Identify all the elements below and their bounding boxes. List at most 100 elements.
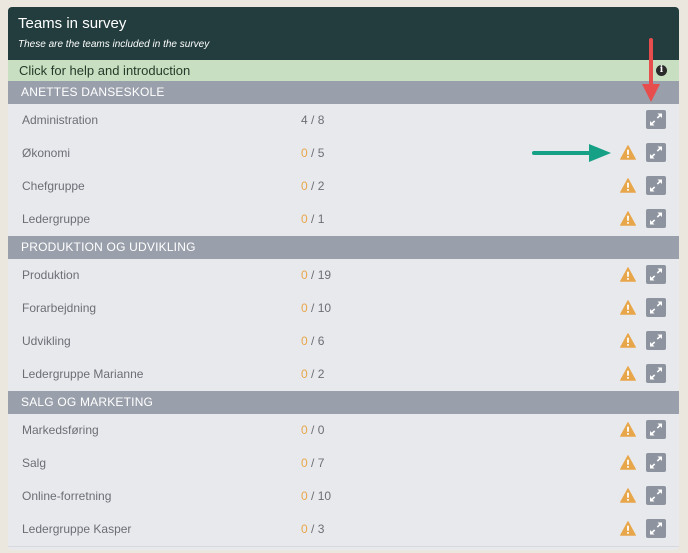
expand-icon xyxy=(650,423,662,436)
team-name: Ledergruppe xyxy=(22,212,91,226)
expand-icon xyxy=(650,212,662,225)
warning-icon[interactable] xyxy=(620,366,636,381)
team-name: Salg xyxy=(22,456,47,470)
team-row: Ledergruppe 0 / 1 xyxy=(8,203,679,237)
expand-icon xyxy=(650,301,662,314)
completed-count: 0 xyxy=(301,268,308,282)
warning-icon[interactable] xyxy=(620,455,636,470)
expand-icon xyxy=(650,334,662,347)
expand-button[interactable] xyxy=(646,265,666,284)
count-separator: / xyxy=(307,146,318,160)
team-row: Online-forretning 0 / 10 xyxy=(8,480,679,514)
warning-icon[interactable] xyxy=(620,267,636,282)
response-count: 0 / 10 xyxy=(301,489,331,503)
total-count: 2 xyxy=(317,367,325,381)
expand-icon xyxy=(650,113,662,126)
completed-count: 0 xyxy=(301,367,308,381)
completed-count: 0 xyxy=(301,489,308,503)
warning-icon[interactable] xyxy=(620,488,636,503)
expand-button[interactable] xyxy=(646,110,666,129)
count-separator: / xyxy=(307,423,318,437)
team-name: Markedsføring xyxy=(22,423,99,437)
team-name: Økonomi xyxy=(22,146,71,160)
count-separator: / xyxy=(307,113,318,127)
team-row: Ledergruppe Marianne 0 / 2 xyxy=(8,358,679,392)
total-count: 0 xyxy=(317,423,325,437)
total-count: 3 xyxy=(317,522,325,536)
group-name: SALG OG MARKETING xyxy=(21,395,154,409)
expand-button[interactable] xyxy=(646,143,666,162)
group-header: ANETTES DANSESKOLE xyxy=(8,81,679,104)
expand-button[interactable] xyxy=(646,420,666,439)
total-count: 2 xyxy=(317,179,325,193)
completed-count: 0 xyxy=(301,423,308,437)
warning-icon[interactable] xyxy=(620,211,636,226)
completed-count: 0 xyxy=(301,179,308,193)
response-count: 0 / 1 xyxy=(301,212,324,226)
expand-icon xyxy=(650,179,662,192)
response-count: 0 / 2 xyxy=(301,179,324,193)
count-separator: / xyxy=(307,522,318,536)
teams-panel: Teams in survey These are the teams incl… xyxy=(8,7,679,550)
total-count: 1 xyxy=(317,212,325,226)
team-name: Chefgruppe xyxy=(22,179,85,193)
total-count: 8 xyxy=(317,113,325,127)
response-count: 0 / 5 xyxy=(301,146,324,160)
page-title: Teams in survey xyxy=(18,15,127,32)
response-count: 4 / 8 xyxy=(301,113,324,127)
completed-count: 0 xyxy=(301,146,308,160)
group-name: PRODUKTION OG UDVIKLING xyxy=(21,240,196,254)
team-name: Udvikling xyxy=(22,334,71,348)
group-name: ANETTES DANSESKOLE xyxy=(21,85,165,99)
team-row: Markedsføring 0 / 0 xyxy=(8,414,679,448)
completed-count: 0 xyxy=(301,522,308,536)
total-count: 10 xyxy=(317,489,332,503)
team-row: Forarbejdning 0 / 10 xyxy=(8,292,679,326)
team-name: Forarbejdning xyxy=(22,301,97,315)
warning-icon[interactable] xyxy=(620,300,636,315)
response-count: 0 / 0 xyxy=(301,423,324,437)
warning-icon[interactable] xyxy=(620,422,636,437)
team-row: Ledergruppe Kasper 0 / 3 xyxy=(8,513,679,547)
team-name: Online-forretning xyxy=(22,489,112,503)
expand-button[interactable] xyxy=(646,364,666,383)
warning-icon[interactable] xyxy=(620,145,636,160)
count-separator: / xyxy=(307,212,318,226)
response-count: 0 / 2 xyxy=(301,367,324,381)
expand-icon xyxy=(650,367,662,380)
expand-button[interactable] xyxy=(646,209,666,228)
count-separator: / xyxy=(307,179,318,193)
completed-count: 0 xyxy=(301,334,308,348)
team-row: Administration 4 / 8 xyxy=(8,104,679,138)
count-separator: / xyxy=(307,334,318,348)
expand-button[interactable] xyxy=(646,486,666,505)
count-separator: / xyxy=(307,268,318,282)
red-arrow-annotation xyxy=(642,38,660,102)
completed-count: 0 xyxy=(301,212,308,226)
total-count: 6 xyxy=(317,334,325,348)
response-count: 0 / 19 xyxy=(301,268,331,282)
team-name: Produktion xyxy=(22,268,80,282)
response-count: 0 / 7 xyxy=(301,456,324,470)
completed-count: 0 xyxy=(301,301,308,315)
expand-button[interactable] xyxy=(646,331,666,350)
expand-icon xyxy=(650,146,662,159)
help-bar[interactable]: Click for help and introduction i xyxy=(8,60,679,81)
team-name: Administration xyxy=(22,113,99,127)
count-separator: / xyxy=(307,456,318,470)
response-count: 0 / 6 xyxy=(301,334,324,348)
group-header: SALG OG MARKETING xyxy=(8,391,679,414)
group-header: PRODUKTION OG UDVIKLING xyxy=(8,236,679,259)
warning-icon[interactable] xyxy=(620,178,636,193)
response-count: 0 / 3 xyxy=(301,522,324,536)
expand-button[interactable] xyxy=(646,453,666,472)
help-label[interactable]: Click for help and introduction xyxy=(19,63,190,78)
expand-button[interactable] xyxy=(646,298,666,317)
warning-icon[interactable] xyxy=(620,333,636,348)
expand-icon xyxy=(650,522,662,535)
warning-icon[interactable] xyxy=(620,521,636,536)
total-count: 7 xyxy=(317,456,325,470)
page-subtitle: These are the teams included in the surv… xyxy=(18,39,210,50)
expand-button[interactable] xyxy=(646,176,666,195)
expand-button[interactable] xyxy=(646,519,666,538)
